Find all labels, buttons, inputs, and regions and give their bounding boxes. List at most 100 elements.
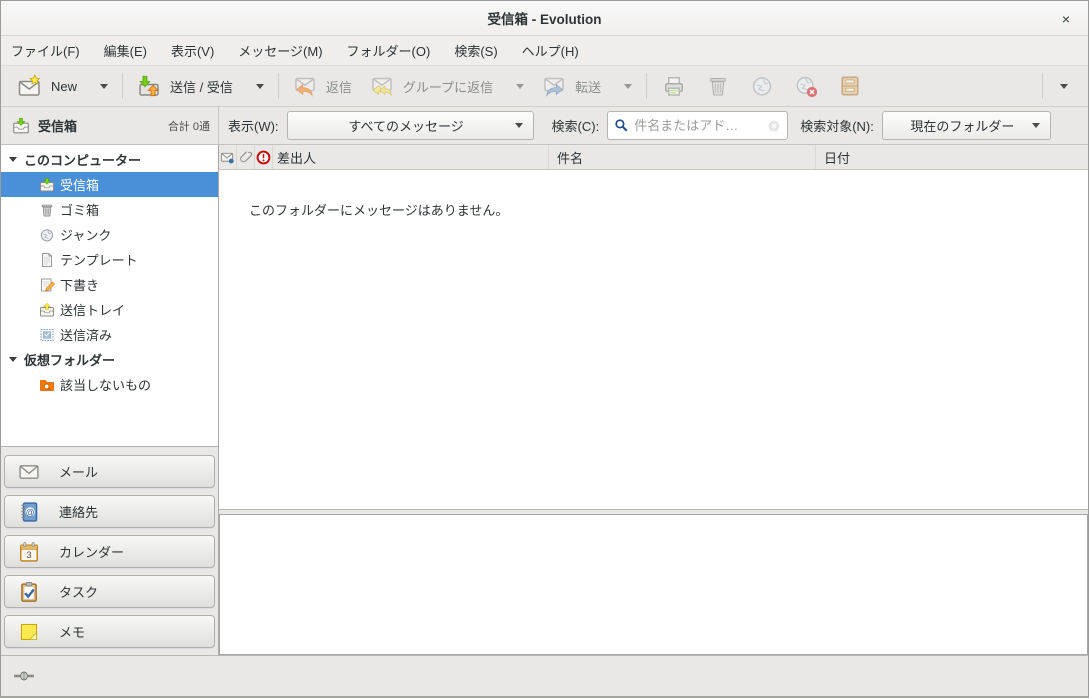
archive-button[interactable]: [828, 69, 872, 103]
sidebar-item-label: 下書き: [60, 275, 99, 294]
toolbar-separator: [646, 73, 647, 99]
message-status-icon: [220, 150, 235, 165]
switcher-contacts-button[interactable]: @ 連絡先: [4, 495, 215, 528]
reply-button[interactable]: 返信: [284, 69, 361, 103]
print-button[interactable]: [652, 69, 696, 103]
toolbar-separator: [122, 73, 123, 99]
current-folder-info: 受信箱 合計 0通: [1, 107, 219, 144]
chevron-down-icon[interactable]: [256, 84, 264, 89]
menu-item-help[interactable]: ヘルプ(H): [522, 37, 591, 64]
message-list-header: 差出人 件名 日付: [219, 145, 1088, 170]
folder-tree: このコンピューター 受信箱 ゴミ箱: [1, 145, 218, 447]
sidebar-item-trash[interactable]: ゴミ箱: [1, 197, 218, 222]
search-scope-label: 検索対象(N):: [800, 116, 874, 135]
tasks-icon: [18, 581, 40, 603]
outbox-icon: [39, 302, 55, 318]
tree-group-this-computer[interactable]: このコンピューター: [1, 147, 218, 172]
chevron-down-icon: [1060, 84, 1068, 89]
close-icon[interactable]: ×: [1057, 10, 1075, 28]
priority-icon: [256, 150, 271, 165]
column-subject-label: 件名: [557, 148, 583, 167]
message-list[interactable]: このフォルダーにメッセージはありません。: [219, 170, 1088, 509]
menu-item-edit[interactable]: 編集(E): [104, 37, 159, 64]
chevron-down-icon[interactable]: [516, 84, 524, 89]
folder-bar: 受信箱 合計 0通 表示(W): すべてのメッセージ 検索(C): 検索対象(N…: [1, 107, 1088, 145]
new-button-label: New: [51, 79, 77, 94]
online-status-icon[interactable]: [13, 667, 35, 685]
chevron-down-icon[interactable]: [624, 84, 632, 89]
search-label: 検索(C):: [552, 116, 600, 135]
column-subject[interactable]: 件名: [549, 145, 816, 169]
not-junk-icon: [794, 74, 818, 98]
send-receive-label: 送信 / 受信: [170, 77, 233, 96]
search-input[interactable]: [634, 118, 762, 133]
expander-icon[interactable]: [9, 357, 17, 362]
message-count: 合計 0通: [168, 118, 210, 134]
search-scope-dropdown[interactable]: 現在のフォルダー: [882, 111, 1051, 140]
sidebar-item-label: 送信済み: [60, 325, 112, 344]
switcher-calendar-button[interactable]: 3 カレンダー: [4, 535, 215, 568]
chevron-down-icon: [1032, 123, 1040, 128]
search-box[interactable]: [607, 111, 788, 140]
reply-icon: [293, 74, 317, 98]
mail-icon: [18, 461, 40, 483]
preview-pane[interactable]: [219, 514, 1088, 655]
sidebar-item-inbox[interactable]: 受信箱: [1, 172, 218, 197]
delete-button[interactable]: [696, 69, 740, 103]
new-message-button[interactable]: New: [9, 69, 117, 103]
column-priority[interactable]: [255, 145, 273, 169]
forward-button[interactable]: 転送: [533, 69, 641, 103]
sidebar-item-label: 該当しないもの: [60, 375, 151, 394]
sidebar-item-outbox[interactable]: 送信トレイ: [1, 297, 218, 322]
chevron-down-icon[interactable]: [100, 84, 108, 89]
menu-item-search[interactable]: 検索(S): [454, 37, 509, 64]
tree-group-search-folders[interactable]: 仮想フォルダー: [1, 347, 218, 372]
svg-text:3: 3: [26, 550, 31, 561]
menu-item-view[interactable]: 表示(V): [171, 37, 226, 64]
sidebar-item-drafts[interactable]: 下書き: [1, 272, 218, 297]
switcher-label: メール: [59, 462, 98, 481]
sidebar-item-sent[interactable]: 送信済み: [1, 322, 218, 347]
expander-icon[interactable]: [9, 157, 17, 162]
sidebar-item-junk[interactable]: ジャンク: [1, 222, 218, 247]
clear-search-icon[interactable]: [767, 119, 781, 133]
template-icon: [39, 252, 55, 268]
menu-item-file[interactable]: ファイル(F): [11, 37, 92, 64]
switcher-label: カレンダー: [59, 542, 124, 561]
toolbar-overflow: [1037, 73, 1080, 99]
switcher-tasks-button[interactable]: タスク: [4, 575, 215, 608]
archive-icon: [838, 74, 862, 98]
switcher-mail-button[interactable]: メール: [4, 455, 215, 488]
sent-icon: [39, 327, 55, 343]
search-scope-value: 現在のフォルダー: [893, 116, 1032, 135]
message-pane: 差出人 件名 日付 このフォルダーにメッセージはありません。: [219, 145, 1088, 655]
junk-icon: [39, 227, 55, 243]
send-receive-button[interactable]: 送信 / 受信: [128, 69, 273, 103]
sidebar-item-unmatched[interactable]: 該当しないもの: [1, 372, 218, 397]
new-mail-icon: [18, 74, 42, 98]
inbox-icon: [12, 117, 30, 135]
menu-item-folder[interactable]: フォルダー(O): [347, 37, 443, 64]
forward-icon: [542, 74, 566, 98]
trash-icon: [706, 74, 730, 98]
toolbar-separator: [1042, 73, 1043, 99]
switcher-label: タスク: [59, 582, 98, 601]
sidebar-item-templates[interactable]: テンプレート: [1, 247, 218, 272]
column-status[interactable]: [219, 145, 237, 169]
junk-button[interactable]: [740, 69, 784, 103]
window-title: 受信箱 - Evolution: [488, 8, 602, 28]
column-attachment[interactable]: [237, 145, 255, 169]
reply-group-button[interactable]: グループに返信: [361, 69, 533, 103]
column-from[interactable]: 差出人: [273, 145, 549, 169]
not-junk-button[interactable]: [784, 69, 828, 103]
send-receive-icon: [137, 74, 161, 98]
toolbar: New 送信 / 受信 返信: [1, 66, 1088, 107]
trash-icon: [39, 202, 55, 218]
switcher-memos-button[interactable]: メモ: [4, 615, 215, 648]
show-filter-dropdown[interactable]: すべてのメッセージ: [287, 111, 534, 140]
menu-item-message[interactable]: メッセージ(M): [238, 37, 334, 64]
column-date[interactable]: 日付: [816, 145, 1088, 169]
sidebar-item-label: 送信トレイ: [60, 300, 125, 319]
toolbar-overflow-button[interactable]: [1048, 76, 1080, 97]
titlebar[interactable]: 受信箱 - Evolution ×: [1, 1, 1088, 36]
